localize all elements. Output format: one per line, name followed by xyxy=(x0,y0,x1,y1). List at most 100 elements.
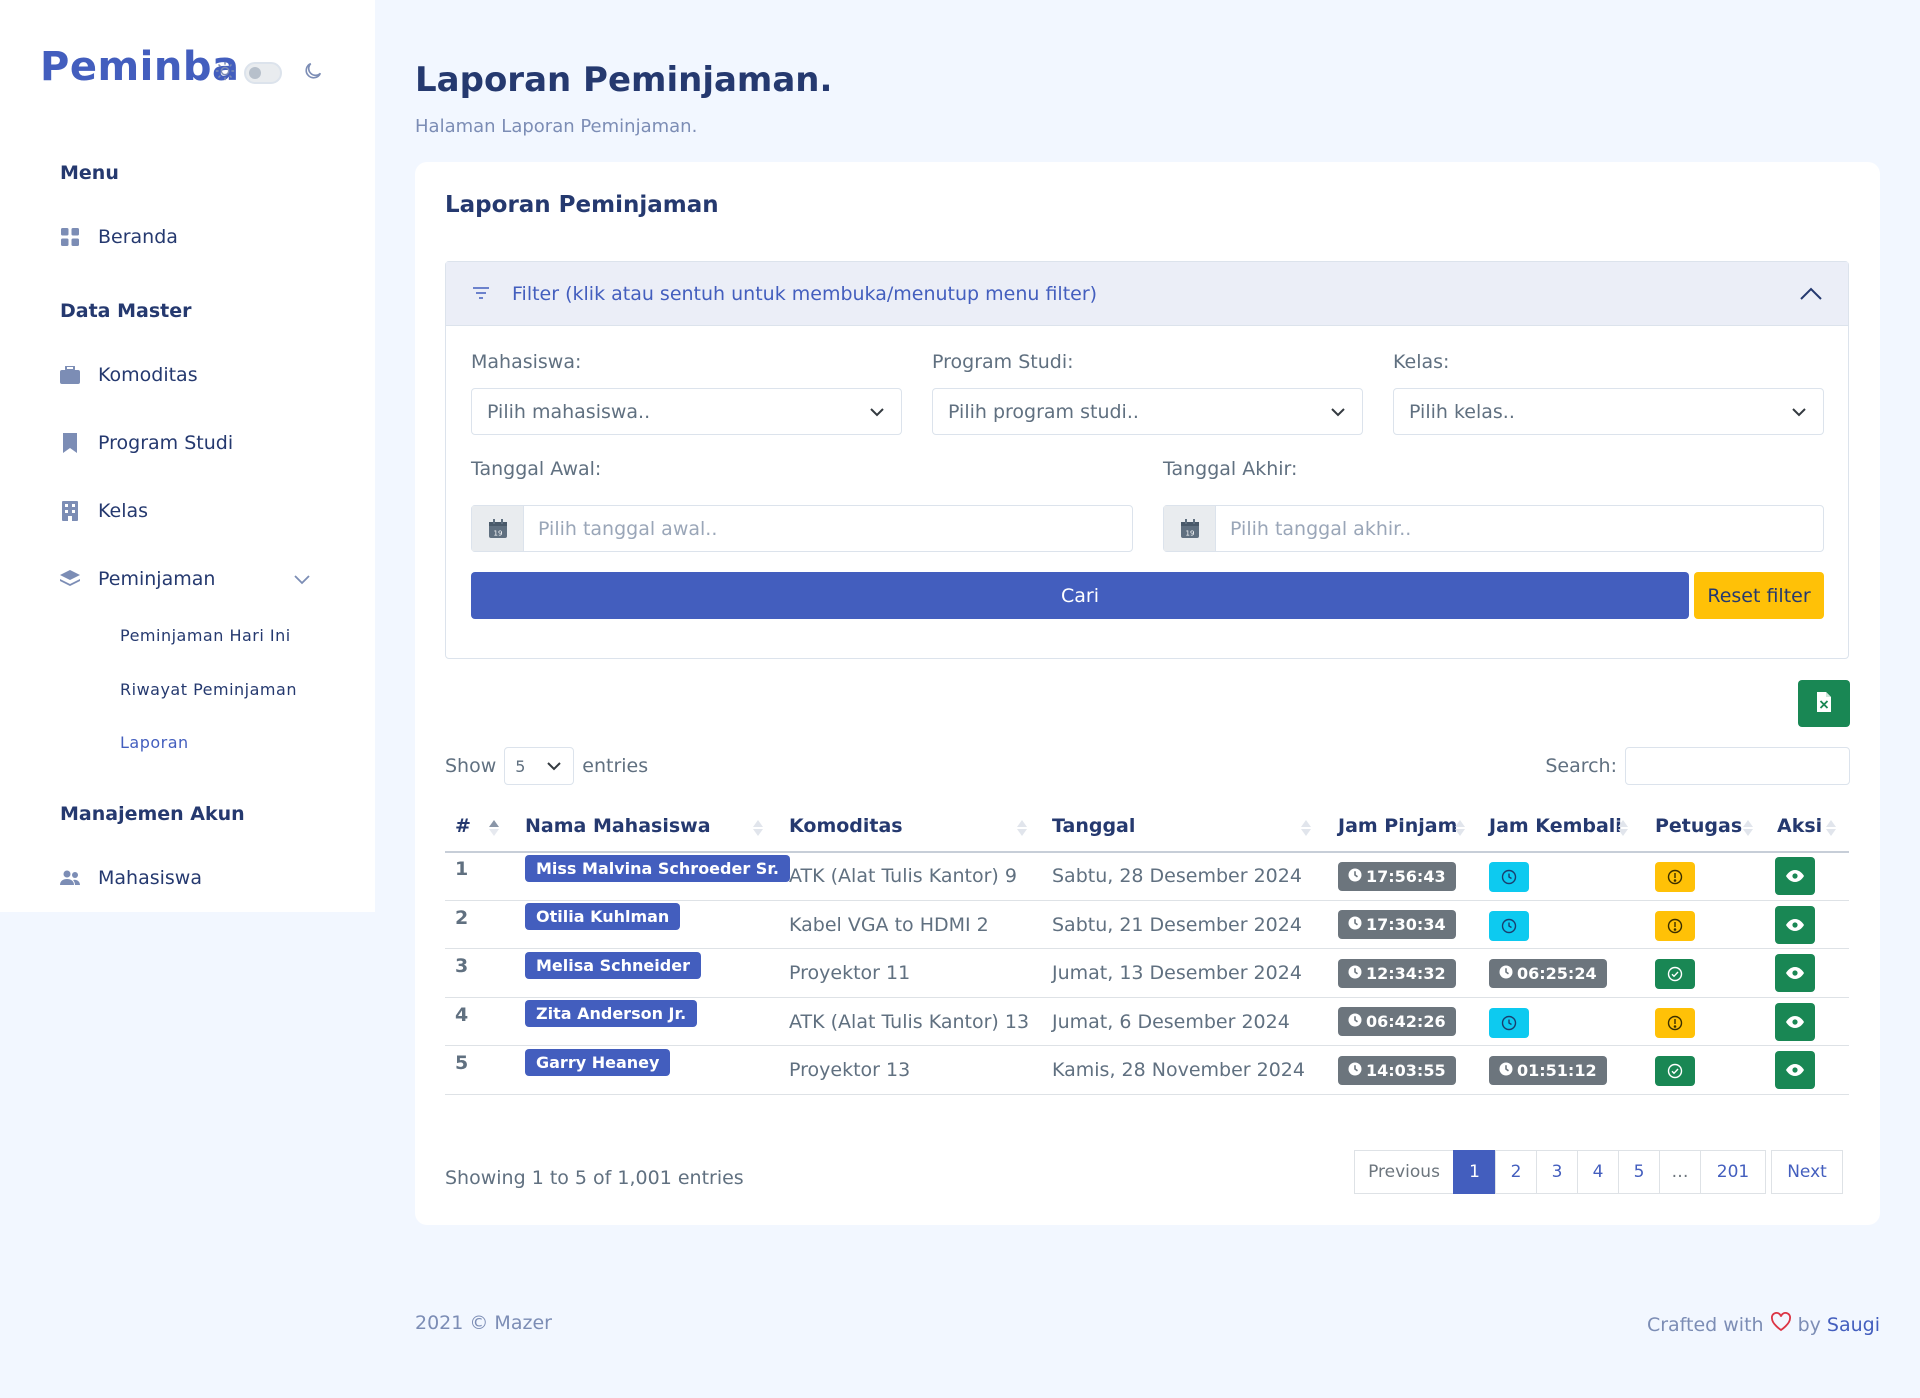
pagination-page[interactable]: 3 xyxy=(1536,1150,1578,1194)
sidebar-item-label: Kelas xyxy=(98,500,149,522)
sidebar-item-program-studi[interactable]: Program Studi xyxy=(60,432,233,454)
chevron-down-icon xyxy=(869,403,885,425)
sidebar-item-kelas[interactable]: Kelas xyxy=(60,500,148,522)
eye-icon xyxy=(1775,1002,1815,1041)
pagination-page[interactable]: 5 xyxy=(1618,1150,1660,1194)
tanggal-cell: Sabtu, 28 Desember 2024 xyxy=(1052,865,1302,888)
col-header-jam-pinjam[interactable]: Jam Pinjam xyxy=(1338,800,1457,852)
row-divider xyxy=(445,1045,1849,1046)
search-input[interactable] xyxy=(1625,747,1850,785)
footer-copyright: 2021 © Mazer xyxy=(415,1312,552,1334)
tanggal-awal-placeholder: Pilih tanggal awal.. xyxy=(538,517,718,540)
pagination-page[interactable]: 2 xyxy=(1495,1150,1537,1194)
briefcase-icon xyxy=(60,365,80,385)
sidebar-item-mahasiswa[interactable]: Mahasiswa xyxy=(60,867,202,889)
col-header-nama[interactable]: Nama Mahasiswa xyxy=(525,800,711,852)
pagination-page[interactable]: 201 xyxy=(1700,1150,1766,1194)
kelas-select[interactable]: Pilih kelas.. xyxy=(1393,388,1824,435)
sidebar-item-beranda[interactable]: Beranda xyxy=(60,226,178,248)
student-name-badge: Melisa Schneider xyxy=(525,950,701,980)
tanggal-awal-label: Tanggal Awal: xyxy=(471,458,602,480)
building-icon xyxy=(60,501,80,521)
student-name-badge: Garry Heaney xyxy=(525,1047,671,1077)
col-header-jam-kembali[interactable]: Jam Kembali xyxy=(1489,800,1622,852)
brand-logo[interactable]: Peminba xyxy=(40,44,239,90)
show-label: Show xyxy=(445,755,497,777)
sort-icon xyxy=(1617,818,1629,842)
sort-icon xyxy=(1742,818,1754,842)
sort-icon xyxy=(1300,818,1312,842)
clock-icon xyxy=(1348,1012,1362,1031)
sort-icon xyxy=(1825,818,1837,842)
entries-label: entries xyxy=(582,755,649,777)
sidebar-item-komoditas[interactable]: Komoditas xyxy=(60,364,198,386)
prodi-select[interactable]: Pilih program studi.. xyxy=(932,388,1363,435)
clock-icon xyxy=(1489,910,1529,941)
pagination-next[interactable]: Next xyxy=(1771,1150,1843,1194)
jam-kembali-pending xyxy=(1489,862,1529,893)
view-button[interactable] xyxy=(1775,1051,1815,1090)
mahasiswa-select[interactable]: Pilih mahasiswa.. xyxy=(471,388,902,435)
bookmark-icon xyxy=(60,433,80,453)
heart-icon xyxy=(1770,1312,1792,1337)
view-button[interactable] xyxy=(1775,1002,1815,1041)
sidebar-subitem-laporan[interactable]: Laporan xyxy=(120,733,189,752)
sort-icon xyxy=(1454,818,1466,842)
reset-filter-button[interactable]: Reset filter xyxy=(1694,572,1824,619)
jam-kembali-badge: 01:51:12 xyxy=(1489,1055,1607,1085)
view-button[interactable] xyxy=(1775,857,1815,896)
clock-icon xyxy=(1348,867,1362,886)
sidebar-subitem-riwayat[interactable]: Riwayat Peminjaman xyxy=(120,680,297,699)
table-info: Showing 1 to 5 of 1,001 entries xyxy=(445,1167,744,1189)
footer-by-text: by xyxy=(1797,1313,1821,1336)
file-excel-icon xyxy=(1816,691,1832,716)
col-header-komoditas[interactable]: Komoditas xyxy=(789,800,903,852)
col-header-no[interactable]: # xyxy=(455,800,471,852)
author-link[interactable]: Saugi xyxy=(1827,1314,1880,1336)
row-number: 3 xyxy=(455,955,469,978)
col-header-petugas[interactable]: Petugas xyxy=(1655,800,1742,852)
exclamation-circle-icon xyxy=(1655,1007,1695,1038)
footer-crafted-text: Crafted with xyxy=(1646,1313,1764,1336)
clock-icon xyxy=(1348,964,1362,983)
tanggal-awal-input[interactable]: 19 Pilih tanggal awal.. xyxy=(471,505,1133,552)
svg-text:19: 19 xyxy=(493,529,502,537)
search-control: Search: xyxy=(1545,747,1850,785)
dark-mode-switch[interactable] xyxy=(244,62,282,84)
col-header-aksi[interactable]: Aksi xyxy=(1777,800,1822,852)
col-header-tanggal[interactable]: Tanggal xyxy=(1052,800,1135,852)
tanggal-cell: Kamis, 28 November 2024 xyxy=(1052,1059,1305,1082)
student-name-badge: Zita Anderson Jr. xyxy=(525,999,698,1029)
student-name-badge: Otilia Kuhlman xyxy=(525,902,681,932)
cari-button[interactable]: Cari xyxy=(471,572,1689,619)
row-number: 1 xyxy=(455,858,469,881)
pagination: Previous 1 2 3 4 5 … 201 Next xyxy=(1354,1150,1843,1194)
komoditas-cell: Proyektor 11 xyxy=(789,962,911,985)
row-number: 4 xyxy=(455,1003,469,1026)
chevron-down-icon[interactable] xyxy=(294,570,310,589)
sidebar-subitem-hari-ini[interactable]: Peminjaman Hari Ini xyxy=(120,626,291,645)
filter-panel: Filter (klik atau sentuh untuk membuka/m… xyxy=(445,261,1849,659)
chevron-down-icon xyxy=(1330,403,1346,425)
clock-icon xyxy=(1348,915,1362,934)
eye-icon xyxy=(1775,857,1815,896)
page-title: Laporan Peminjaman. xyxy=(415,60,833,100)
tanggal-akhir-input[interactable]: 19 Pilih tanggal akhir.. xyxy=(1163,505,1824,552)
export-excel-button[interactable] xyxy=(1798,680,1850,727)
entries-length-select[interactable]: 5 xyxy=(504,747,575,785)
komoditas-cell: Kabel VGA to HDMI 2 xyxy=(789,913,989,936)
jam-pinjam-badge: 12:34:32 xyxy=(1338,958,1456,988)
view-button[interactable] xyxy=(1775,905,1815,944)
prodi-label: Program Studi: xyxy=(932,351,1074,373)
pagination-page[interactable]: 1 xyxy=(1453,1150,1496,1194)
filter-toggle[interactable]: Filter (klik atau sentuh untuk membuka/m… xyxy=(446,262,1848,326)
sidebar-item-peminjaman[interactable]: Peminjaman xyxy=(60,568,215,590)
pagination-previous[interactable]: Previous xyxy=(1354,1150,1454,1194)
prodi-select-value: Pilih program studi.. xyxy=(948,400,1139,423)
pagination-page[interactable]: 4 xyxy=(1577,1150,1619,1194)
sidebar-item-label: Komoditas xyxy=(98,364,198,386)
petugas-status xyxy=(1655,1056,1695,1087)
calendar-icon: 19 xyxy=(1164,506,1216,551)
sidebar-item-label: Mahasiswa xyxy=(98,867,202,889)
view-button[interactable] xyxy=(1775,954,1815,993)
